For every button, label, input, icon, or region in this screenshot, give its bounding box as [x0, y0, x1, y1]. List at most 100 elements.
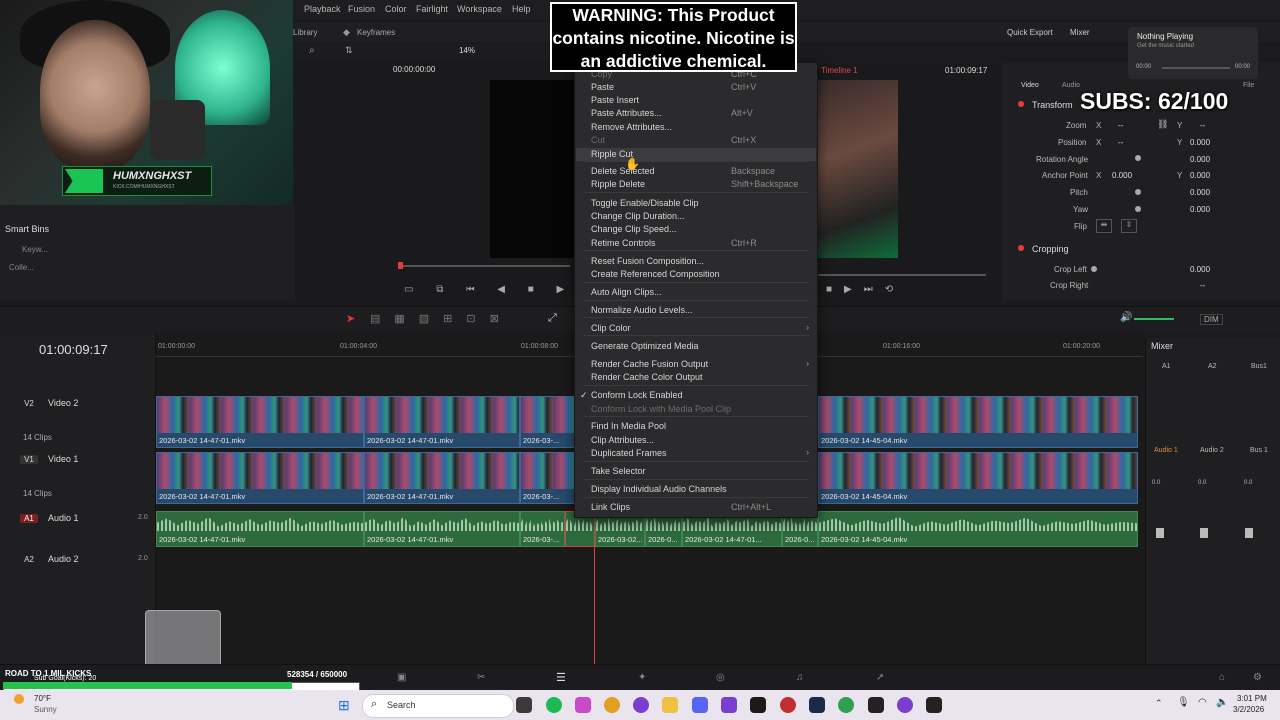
- settings-icon[interactable]: ⚙: [1253, 672, 1262, 683]
- fader-audio1[interactable]: [1156, 528, 1164, 538]
- quick-export-label[interactable]: Quick Export: [1007, 28, 1053, 37]
- menu-item-auto-align-clips[interactable]: Auto Align Clips...: [591, 287, 662, 297]
- pitch-value[interactable]: 0.000: [1190, 188, 1210, 197]
- menu-item-retime-controls[interactable]: Retime Controls: [591, 238, 656, 248]
- menu-playback[interactable]: Playback: [304, 4, 341, 14]
- timeline-name[interactable]: Timeline 1: [821, 66, 858, 75]
- microphone-icon[interactable]: 🎙: [1177, 697, 1190, 708]
- menu-item-find-in-media-pool[interactable]: Find In Media Pool: [591, 421, 666, 431]
- menu-item-create-referenced-composition[interactable]: Create Referenced Composition: [591, 269, 720, 279]
- timeline-scrubber[interactable]: [816, 274, 986, 276]
- timeline-transport-controls[interactable]: ■▶⏭⟲: [826, 284, 905, 295]
- position-x-value[interactable]: --: [1118, 138, 1123, 147]
- video-clip[interactable]: 2026-03-02 14-47-01.mkv: [364, 452, 520, 504]
- track-name-v1[interactable]: Video 1: [48, 454, 78, 464]
- pitch-slider[interactable]: [1135, 189, 1141, 195]
- menu-color[interactable]: Color: [385, 4, 407, 14]
- zoom-y-value[interactable]: --: [1200, 121, 1205, 130]
- menu-item-clip-color[interactable]: Clip Color: [591, 323, 631, 333]
- app-icon[interactable]: [633, 697, 649, 713]
- chrome-icon[interactable]: [604, 697, 620, 713]
- source-playhead[interactable]: [398, 262, 403, 269]
- menu-item-toggle-enable-disable-clip[interactable]: Toggle Enable/Disable Clip: [591, 198, 699, 208]
- inspector-tab-audio[interactable]: Audio: [1062, 82, 1080, 89]
- audio-clip[interactable]: 2026-03-...: [520, 511, 565, 547]
- edit-tools[interactable]: ▤▦▧⊞⊡⊠: [370, 312, 513, 325]
- track-name-a1[interactable]: Audio 1: [48, 513, 79, 523]
- library-label[interactable]: Library: [293, 28, 317, 37]
- menu-workspace[interactable]: Workspace: [457, 4, 502, 14]
- menu-item-take-selector[interactable]: Take Selector: [591, 466, 646, 476]
- inspector-tab-file[interactable]: File: [1243, 82, 1254, 89]
- anchor-x-value[interactable]: 0.000: [1112, 171, 1132, 180]
- app-icon[interactable]: [780, 697, 796, 713]
- menu-item-clip-attributes[interactable]: Clip Attributes...: [591, 435, 654, 445]
- spotify-icon[interactable]: [546, 697, 562, 713]
- volume-icon[interactable]: 🔊: [1120, 312, 1132, 323]
- transform-header[interactable]: Transform: [1032, 100, 1073, 110]
- position-y-value[interactable]: 0.000: [1190, 138, 1210, 147]
- selection-tool-icon[interactable]: ➤: [346, 312, 355, 325]
- crop-right-value[interactable]: --: [1200, 281, 1205, 290]
- app-icon[interactable]: [838, 697, 854, 713]
- track-id-a1[interactable]: A1: [20, 514, 38, 523]
- video-clip[interactable]: 2026-03-02 14-47-01.mkv: [364, 396, 520, 448]
- app-icon[interactable]: [750, 697, 766, 713]
- rotation-value[interactable]: 0.000: [1190, 155, 1210, 164]
- sort-icon[interactable]: ⇅: [345, 45, 353, 56]
- track-name-a2[interactable]: Audio 2: [48, 554, 79, 564]
- taskbar-search[interactable]: ⌕ Search: [362, 694, 514, 718]
- volume-slider[interactable]: [1134, 318, 1174, 320]
- menu-item-duplicated-frames[interactable]: Duplicated Frames: [591, 448, 667, 458]
- video-clip[interactable]: 2026-03-02 14-47-01.mkv: [156, 452, 364, 504]
- yaw-value[interactable]: 0.000: [1190, 205, 1210, 214]
- menu-item-change-clip-duration[interactable]: Change Clip Duration...: [591, 211, 685, 221]
- deliver-page-icon[interactable]: ➚: [876, 672, 884, 683]
- menu-item-delete-selected[interactable]: Delete Selected: [591, 166, 655, 176]
- flip-vertical-icon[interactable]: ⇳: [1121, 219, 1137, 233]
- menu-item-render-cache-fusion-output[interactable]: Render Cache Fusion Output: [591, 359, 708, 369]
- menu-item-display-individual-audio-channels[interactable]: Display Individual Audio Channels: [591, 484, 727, 494]
- yaw-slider[interactable]: [1135, 206, 1141, 212]
- menu-fairlight[interactable]: Fairlight: [416, 4, 448, 14]
- audio-clip[interactable]: 2026-03-02 14-45-04.mkv: [818, 511, 1138, 547]
- fairlight-page-icon[interactable]: ♫: [796, 672, 804, 683]
- link-icon[interactable]: ⛓: [1157, 119, 1168, 130]
- transform-enable-dot[interactable]: [1018, 101, 1024, 107]
- weather-temp[interactable]: 70°F: [34, 694, 51, 703]
- track-id-v1[interactable]: V1: [20, 455, 38, 464]
- rotation-slider[interactable]: [1135, 155, 1141, 161]
- menu-item-normalize-audio-levels[interactable]: Normalize Audio Levels...: [591, 305, 693, 315]
- menu-item-ripple-delete[interactable]: Ripple Delete: [591, 179, 645, 189]
- video-clip[interactable]: 2026-03-...: [520, 396, 575, 448]
- taskbar-date[interactable]: 3/2/2026: [1233, 705, 1264, 714]
- menu-item-reset-fusion-composition[interactable]: Reset Fusion Composition...: [591, 256, 704, 266]
- crop-left-value[interactable]: 0.000: [1190, 265, 1210, 274]
- menu-item-generate-optimized-media[interactable]: Generate Optimized Media: [591, 341, 699, 351]
- video-clip[interactable]: 2026-03-...: [520, 452, 575, 504]
- menu-item-remove-attributes[interactable]: Remove Attributes...: [591, 122, 672, 132]
- discord-icon[interactable]: [692, 697, 708, 713]
- menu-item-paste[interactable]: Paste: [591, 82, 614, 92]
- terminal-icon[interactable]: [868, 697, 884, 713]
- fader-bus1[interactable]: [1245, 528, 1253, 538]
- home-icon[interactable]: ⌂: [1219, 672, 1225, 683]
- smart-bins-label[interactable]: Smart Bins: [5, 224, 49, 234]
- folder-icon[interactable]: [662, 697, 678, 713]
- menu-item-change-clip-speed[interactable]: Change Clip Speed...: [591, 224, 677, 234]
- cut-page-icon[interactable]: ✂: [477, 672, 485, 683]
- dim-button[interactable]: DIM: [1200, 314, 1223, 325]
- audio-clip[interactable]: 2026-03-02 14-47-01.mkv: [156, 511, 364, 547]
- wifi-icon[interactable]: ◠: [1198, 697, 1207, 708]
- menu-help[interactable]: Help: [512, 4, 531, 14]
- search-icon[interactable]: ⌕: [309, 45, 315, 56]
- file-explorer-icon[interactable]: [516, 697, 532, 713]
- track-id-v2[interactable]: V2: [20, 399, 38, 408]
- fader-audio2[interactable]: [1200, 528, 1208, 538]
- menu-item-paste-insert[interactable]: Paste Insert: [591, 95, 639, 105]
- davinci-resolve-icon[interactable]: [926, 697, 942, 713]
- weather-sun-icon[interactable]: [14, 694, 24, 704]
- menu-fusion[interactable]: Fusion: [348, 4, 375, 14]
- keyframes-icon[interactable]: ◆: [343, 27, 350, 38]
- keyframes-label[interactable]: Keyframes: [357, 28, 395, 37]
